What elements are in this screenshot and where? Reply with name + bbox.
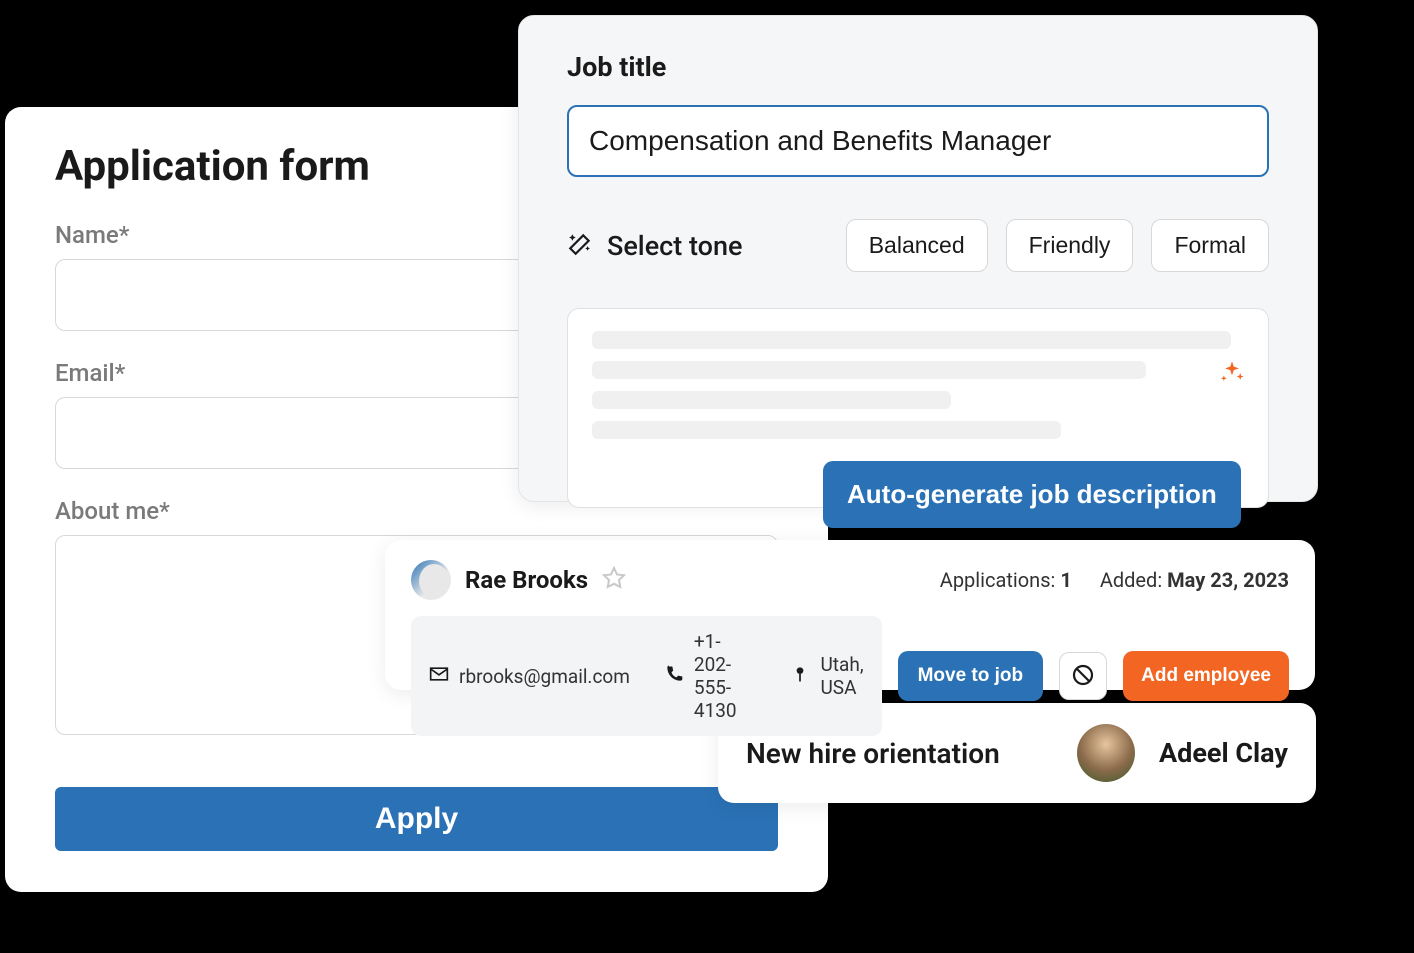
skeleton-line [592, 331, 1231, 349]
candidate-actions-row: rbrooks@gmail.com +1-202-555-4130 Utah, … [411, 616, 1289, 736]
move-to-job-button[interactable]: Move to job [898, 651, 1044, 701]
star-icon[interactable] [602, 566, 626, 594]
candidate-avatar [411, 560, 451, 600]
person-name: Adeel Clay [1159, 737, 1288, 769]
reject-button[interactable] [1059, 652, 1107, 700]
skeleton-line [592, 421, 1061, 439]
select-tone-label: Select tone [607, 230, 742, 262]
orientation-title: New hire orientation [746, 737, 1053, 770]
sparkle-icon [1218, 359, 1246, 391]
skeleton-line [592, 361, 1146, 379]
tone-friendly-button[interactable]: Friendly [1006, 219, 1134, 272]
candidate-phone: +1-202-555-4130 [664, 630, 757, 722]
block-icon [1071, 663, 1095, 690]
skeleton-line [592, 391, 951, 409]
magic-wand-icon [567, 231, 593, 261]
job-generator-card: Job title Select tone Balanced Friendly … [518, 15, 1318, 502]
map-pin-icon [790, 664, 810, 689]
auto-generate-button[interactable]: Auto-generate job description [823, 461, 1241, 528]
phone-icon [664, 664, 684, 689]
candidate-header: Rae Brooks Applications: 1 Added: May 23… [411, 560, 1289, 600]
job-title-label: Job title [567, 51, 1269, 83]
tone-formal-button[interactable]: Formal [1151, 219, 1269, 272]
job-title-input[interactable] [567, 105, 1269, 177]
candidate-name: Rae Brooks [465, 566, 588, 594]
tone-row: Select tone Balanced Friendly Formal [567, 219, 1269, 272]
added-date: Added: May 23, 2023 [1100, 568, 1289, 592]
candidate-location: Utah, USA [790, 653, 863, 699]
apply-button[interactable]: Apply [55, 787, 778, 851]
tone-balanced-button[interactable]: Balanced [846, 219, 988, 272]
envelope-icon [429, 664, 449, 689]
candidate-meta: Applications: 1 Added: May 23, 2023 [940, 568, 1289, 592]
candidate-card: Rae Brooks Applications: 1 Added: May 23… [385, 540, 1315, 690]
applications-count: Applications: 1 [940, 568, 1072, 592]
add-employee-button[interactable]: Add employee [1123, 651, 1289, 701]
candidate-email: rbrooks@gmail.com [429, 664, 630, 689]
candidate-info-strip: rbrooks@gmail.com +1-202-555-4130 Utah, … [411, 616, 882, 736]
